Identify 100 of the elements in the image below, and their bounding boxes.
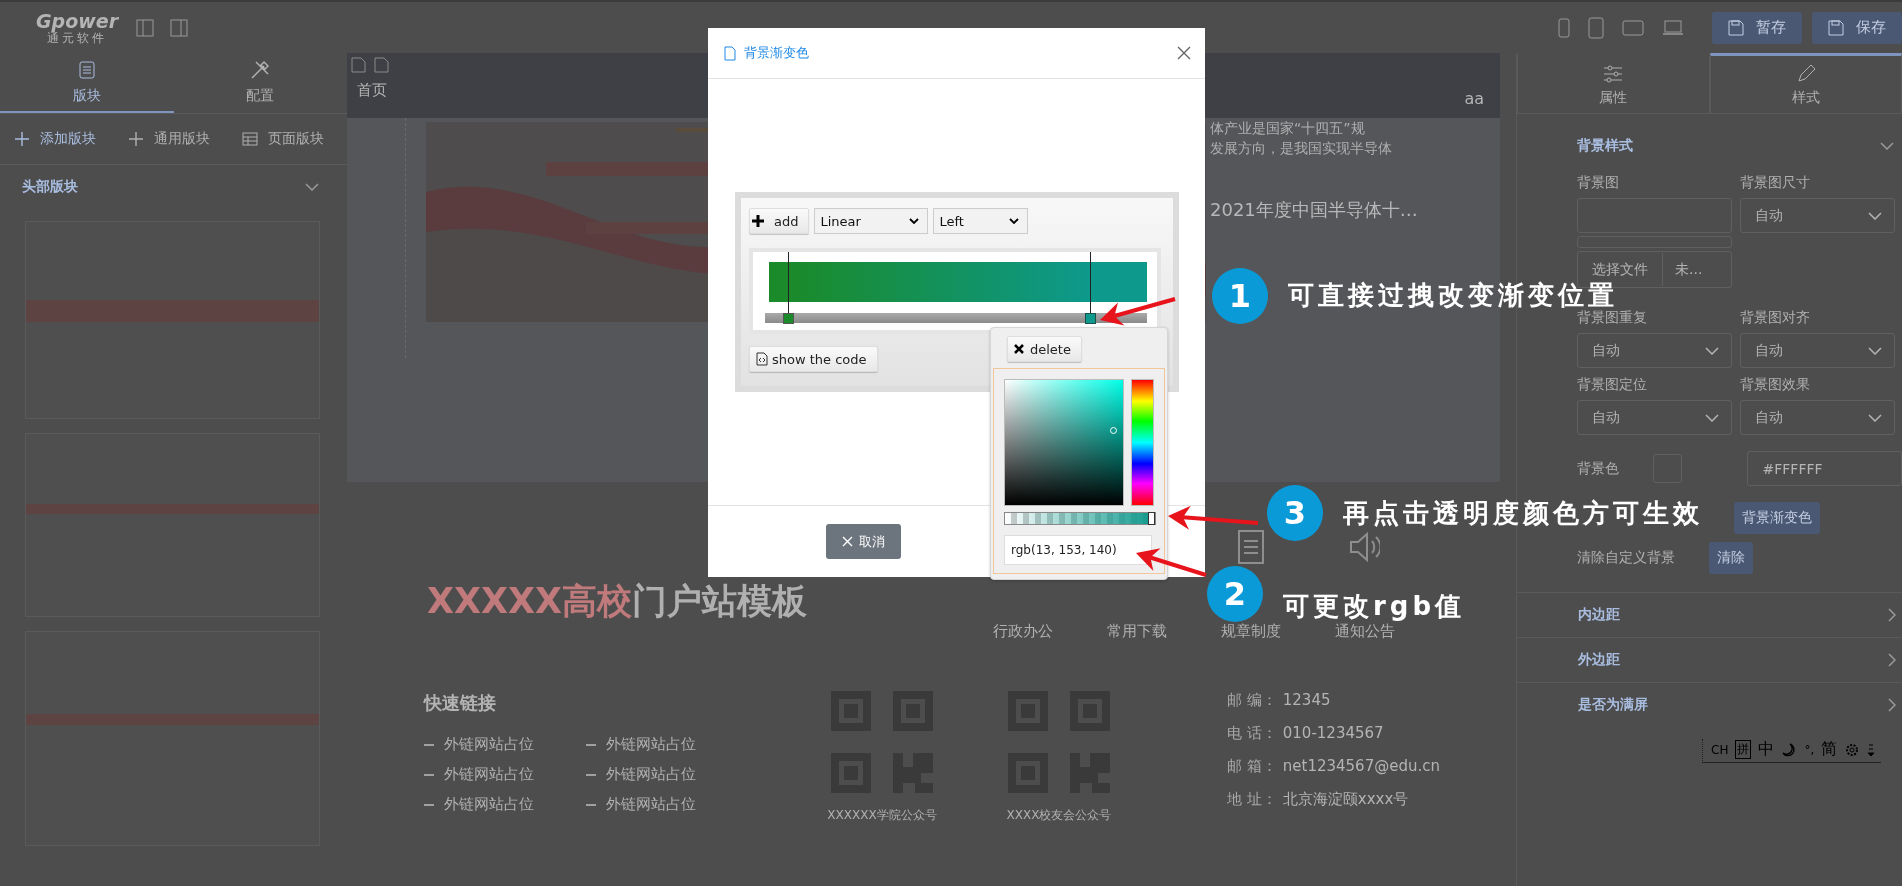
slider-thumb[interactable] <box>1148 512 1155 525</box>
cancel-button[interactable]: 取消 <box>826 524 901 559</box>
dash-icon <box>424 743 434 746</box>
moon-icon[interactable] <box>1781 741 1798 758</box>
tablet-icon[interactable] <box>1588 16 1604 39</box>
field-label: 背景图重复 <box>1577 309 1648 327</box>
section-heading: 快速链接 <box>424 691 497 715</box>
ime-language[interactable]: CH <box>1711 742 1729 757</box>
tools-icon <box>249 59 272 81</box>
table-icon <box>242 131 258 147</box>
layout-icon[interactable] <box>170 18 189 37</box>
chevron-down-icon <box>1705 413 1719 422</box>
section-header[interactable]: 内边距 <box>1517 592 1902 637</box>
link[interactable]: 外链网站占位 <box>444 765 534 784</box>
callout-text: 再点击透明度颜色方可生效 <box>1343 499 1703 527</box>
sliders-icon <box>1602 62 1625 85</box>
link[interactable]: 外链网站占位 <box>444 735 534 754</box>
close-icon[interactable] <box>1177 46 1191 60</box>
show-code-button[interactable]: show the code <box>749 346 878 372</box>
qr-caption: XXXX校友会公众号 <box>1006 807 1112 824</box>
plus-icon <box>128 131 144 147</box>
news-text[interactable]: 体产业是国家“十四五”规 <box>1210 118 1470 138</box>
picker-dot[interactable] <box>1109 427 1117 434</box>
contact-value: 12345 <box>1282 691 1331 710</box>
select-field[interactable]: Linear <box>814 208 929 234</box>
shortcut-label[interactable]: 常用下载 <box>1107 622 1167 641</box>
panel-tab[interactable]: 属性 <box>1517 53 1710 114</box>
plus-icon <box>14 131 30 147</box>
field-label: 背景图对齐 <box>1740 309 1811 327</box>
delete-button[interactable]: delete <box>1007 336 1082 362</box>
layout-icon[interactable] <box>136 18 155 37</box>
add-button[interactable]: add <box>749 208 810 234</box>
ime-script[interactable]: 中 <box>1758 739 1775 760</box>
select-field[interactable]: Left <box>933 208 1029 234</box>
dialog-title: 背景渐变色 <box>744 44 809 62</box>
select-field[interactable]: 自动 <box>1740 400 1895 435</box>
toolbar-tab[interactable]: 页面版块 <box>242 130 324 148</box>
link[interactable]: 外链网站占位 <box>444 795 534 814</box>
section-header[interactable]: 是否为满屏 <box>1517 682 1902 727</box>
document-icon[interactable] <box>1238 530 1264 564</box>
section-header[interactable]: 外边距 <box>1517 637 1902 682</box>
select-field[interactable]: 自动 <box>1740 333 1895 368</box>
monitor-icon[interactable] <box>1622 19 1644 36</box>
opacity-slider[interactable] <box>1004 512 1156 525</box>
stop-handle[interactable] <box>782 313 794 324</box>
section-header[interactable]: 背景样式 <box>1517 114 1902 166</box>
more-icon[interactable] <box>1867 741 1876 758</box>
stop-handle[interactable] <box>1084 313 1096 324</box>
news-title[interactable]: 2021年度中国半导体十… <box>1210 198 1470 222</box>
settings-icon[interactable] <box>1844 741 1861 758</box>
user-name[interactable]: aa <box>1464 89 1484 108</box>
section-title: 背景样式 <box>1577 137 1633 155</box>
ime-mode[interactable]: 拼 <box>1735 740 1752 759</box>
panel-tab[interactable]: 配置 <box>173 53 347 113</box>
ime-charset[interactable]: 简 <box>1821 739 1838 760</box>
gradient-button[interactable]: 背景渐变色 <box>1734 502 1820 534</box>
ime-punctuation[interactable]: °, <box>1804 742 1815 757</box>
link[interactable]: 外链网站占位 <box>606 795 696 814</box>
color-value-field[interactable]: rgb(13, 153, 140) <box>1004 535 1152 565</box>
callout-text: 可更改rgb值 <box>1283 592 1466 620</box>
toolbar-tab[interactable]: 添加版块 <box>14 130 96 148</box>
close-icon <box>842 536 853 547</box>
input-field[interactable]: #FFFFFF <box>1746 451 1902 486</box>
nav-link[interactable]: 首页 <box>351 81 389 100</box>
clear-button[interactable]: 清除 <box>1709 542 1753 574</box>
hue-spectrum-bar[interactable] <box>1131 379 1154 506</box>
chevron-right-icon <box>1888 608 1896 622</box>
select-field[interactable]: 自动 <box>1577 333 1732 368</box>
close-icon <box>1014 344 1024 354</box>
toolbar-tab[interactable]: 通用版块 <box>128 130 210 148</box>
link[interactable]: 外链网站占位 <box>606 735 696 754</box>
panel-tab[interactable]: 样式 <box>1709 53 1902 114</box>
saturation-field[interactable] <box>1004 379 1124 506</box>
save-button[interactable]: 保存 <box>1812 11 1902 44</box>
chevron-down-icon <box>1880 142 1894 150</box>
contact-value: 010-1234567 <box>1282 724 1384 743</box>
select-field[interactable]: 自动 <box>1577 400 1732 435</box>
dash-icon <box>586 803 596 806</box>
panel-tab[interactable]: 版块 <box>0 53 174 113</box>
shortcut-label[interactable]: 规章制度 <box>1221 622 1281 641</box>
document-icon <box>724 45 736 61</box>
chevron-right-icon <box>1888 653 1896 667</box>
dash-icon <box>586 743 596 746</box>
contact-value: 北京海淀颐xxxx号 <box>1282 790 1409 809</box>
shortcut-label[interactable]: 通知公告 <box>1335 622 1395 641</box>
news-text[interactable]: 发展方向，是我国实现半导体 <box>1210 138 1470 158</box>
field-label: 背景图尺寸 <box>1740 174 1811 192</box>
select-field[interactable]: 自动 <box>1740 198 1895 233</box>
dash-icon <box>424 803 434 806</box>
speaker-icon[interactable] <box>1350 532 1380 562</box>
broken-image-icon <box>351 57 366 73</box>
plus-icon <box>752 215 764 227</box>
section-header[interactable]: 头部版块 <box>0 167 347 207</box>
link[interactable]: 外链网站占位 <box>606 765 696 784</box>
save-button[interactable]: 暂存 <box>1712 11 1802 44</box>
phone-icon[interactable] <box>1558 17 1570 38</box>
laptop-icon[interactable] <box>1662 19 1684 36</box>
field-label: 背景图 <box>1577 174 1620 192</box>
contact-label: 邮 箱： <box>1227 757 1277 776</box>
shortcut-label[interactable]: 行政办公 <box>993 622 1053 641</box>
